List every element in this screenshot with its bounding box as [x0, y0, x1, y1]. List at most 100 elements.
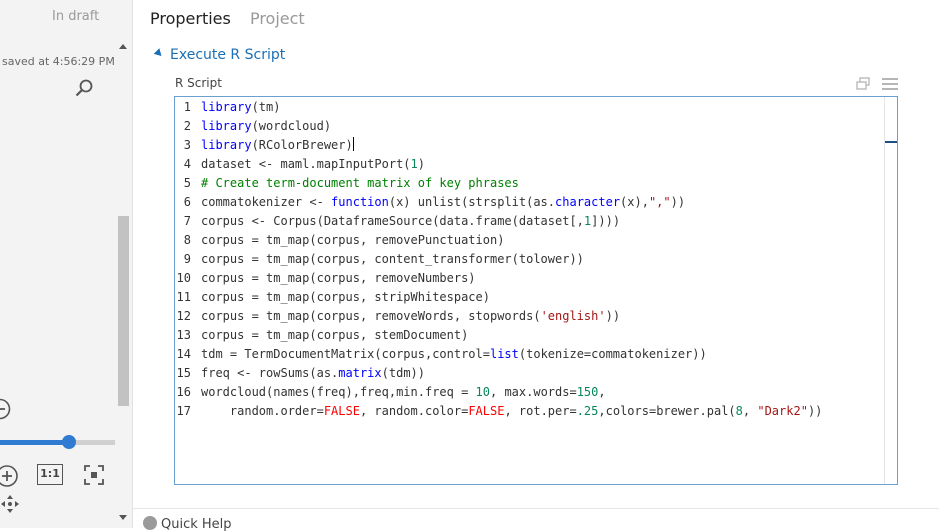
code-token: (tdm))	[381, 366, 425, 380]
code-token: , max.words=	[490, 385, 577, 399]
collapse-triangle-icon[interactable]	[153, 48, 165, 59]
code-line[interactable]: 11 corpus = tm_map(corpus, stripWhitespac…	[175, 288, 822, 307]
fit-to-screen-icon[interactable]	[82, 463, 106, 487]
code-token: .25	[576, 404, 599, 418]
code-line[interactable]: 5 # Create term-document matrix of key ph…	[175, 174, 822, 193]
line-number: 4	[183, 157, 191, 171]
code-token: , random.color=	[359, 404, 469, 418]
code-token: corpus = tm_map(corpus, content_transfor…	[201, 252, 584, 266]
code-token: list	[489, 347, 519, 361]
code-token: 10	[475, 385, 490, 399]
tab-properties[interactable]: Properties	[150, 9, 231, 28]
divider	[133, 508, 939, 509]
code-token: commatokenizer <-	[201, 195, 332, 209]
code-token: ,	[598, 385, 606, 399]
line-number: 15	[176, 366, 191, 380]
code-token: ))	[605, 309, 621, 323]
code-token: corpus = tm_map(corpus, removePunctuatio…	[201, 233, 505, 247]
code-line[interactable]: 3 library(RColorBrewer)	[175, 136, 822, 155]
code-token: corpus <- Corpus(DataframeSource(data.fr…	[201, 214, 584, 228]
code-token: 'english'	[540, 309, 606, 323]
zoom-slider-handle[interactable]	[62, 435, 76, 449]
code-line[interactable]: 1 library(tm)	[175, 98, 822, 117]
left-scrollbar[interactable]	[116, 40, 130, 528]
code-token: (tokenize=commatokenizer))	[518, 347, 707, 361]
popout-editor-icon[interactable]	[856, 77, 870, 91]
line-number: 6	[183, 195, 191, 209]
scroll-up-arrow-icon[interactable]	[119, 44, 127, 49]
saved-timestamp: saved at 4:56:29 PM	[2, 55, 115, 68]
r-script-editor[interactable]: 1 library(tm) 2 library(wordcloud) 3 library(…	[174, 96, 898, 485]
properties-tabs: Properties Project	[150, 9, 319, 28]
quick-help-label: Quick Help	[161, 517, 232, 532]
line-number: 7	[183, 214, 191, 228]
code-line[interactable]: 14 tdm = TermDocumentMatrix(corpus,contro…	[175, 345, 822, 364]
line-number: 9	[183, 252, 191, 266]
code-line[interactable]: 8 corpus = tm_map(corpus, removePunctuati…	[175, 231, 822, 250]
line-number: 10	[176, 271, 191, 285]
code-token: # Create term-document matrix of key phr…	[201, 176, 519, 190]
code-token: corpus = tm_map(corpus, removeWords, sto…	[201, 309, 541, 323]
code-token: wordcloud(names(freq),freq,min.freq =	[201, 385, 476, 399]
section-header-execute-r-script[interactable]: Execute R Script	[153, 47, 286, 63]
code-token: ))	[807, 404, 823, 418]
code-token: freq <- rowSums(as.	[201, 366, 339, 380]
zoom-in-icon[interactable]	[0, 464, 19, 488]
editor-scrollbar[interactable]	[884, 97, 897, 484]
draft-status: In draft	[52, 9, 100, 24]
line-number: 3	[183, 138, 191, 152]
code-token: (x),	[620, 195, 649, 209]
actual-size-button[interactable]: 1:1	[37, 464, 63, 485]
code-token: ,	[742, 404, 758, 418]
pan-icon[interactable]	[0, 494, 20, 514]
code-token: 8	[735, 404, 743, 418]
code-token: 1	[410, 157, 418, 171]
code-line[interactable]: 17 random.order=FALSE, random.color=FALS…	[175, 402, 823, 421]
code-token: random.order=	[201, 404, 324, 418]
code-line[interactable]: 7 corpus <- Corpus(DataframeSource(data.f…	[175, 212, 822, 231]
menu-icon[interactable]	[882, 77, 898, 91]
section-title: Execute R Script	[170, 47, 286, 63]
code-line[interactable]: 15 freq <- rowSums(as.matrix(tdm))	[175, 364, 822, 383]
code-token: FALSE	[323, 404, 360, 418]
code-token: (x) unlist(strsplit(as.	[388, 195, 556, 209]
code-token: FALSE	[468, 404, 505, 418]
code-token: (RColorBrewer)	[251, 138, 353, 152]
line-number: 11	[176, 290, 191, 304]
search-icon[interactable]	[74, 78, 94, 98]
code-line[interactable]: 4 dataset <- maml.mapInputPort(1)	[175, 155, 822, 174]
tab-project[interactable]: Project	[250, 9, 305, 28]
line-number: 8	[183, 233, 191, 247]
code-line[interactable]: 16 wordcloud(names(freq),freq,min.freq = …	[175, 383, 822, 402]
scrollbar-thumb[interactable]	[118, 216, 129, 406]
line-number: 16	[176, 385, 191, 399]
code-line[interactable]: 2 library(wordcloud)	[175, 117, 822, 136]
code-line[interactable]: 12 corpus = tm_map(corpus, removeWords, s…	[175, 307, 822, 326]
r-script-label: R Script	[175, 76, 222, 90]
code-line[interactable]: 10 corpus = tm_map(corpus, removeNumbers)	[175, 269, 822, 288]
line-number: 1	[183, 100, 191, 114]
code-token: (wordcloud)	[251, 119, 332, 133]
zoom-slider[interactable]	[0, 435, 115, 449]
code-line[interactable]: 6 commatokenizer <- function(x) unlist(st…	[175, 193, 822, 212]
line-number: 2	[183, 119, 191, 133]
line-number: 5	[183, 176, 191, 190]
code-token: , rot.per=	[504, 404, 577, 418]
line-number: 12	[176, 309, 191, 323]
code-token: corpus = tm_map(corpus, removeNumbers)	[201, 271, 476, 285]
code-token: corpus = tm_map(corpus, stripWhitespace)	[201, 290, 490, 304]
code-token: ,colors=brewer.pal(	[598, 404, 736, 418]
code-token: ])))	[591, 214, 621, 228]
zoom-out-icon[interactable]	[0, 398, 11, 420]
code-token: character	[555, 195, 621, 209]
code-line[interactable]: 13 corpus = tm_map(corpus, stemDocument)	[175, 326, 822, 345]
quick-help-section[interactable]: Quick Help	[143, 516, 232, 532]
code-token: )	[417, 157, 425, 171]
text-cursor	[352, 137, 354, 151]
scroll-down-arrow-icon[interactable]	[119, 515, 127, 520]
code-token: tdm = TermDocumentMatrix(corpus,control=	[201, 347, 490, 361]
code-token: (tm)	[251, 100, 281, 114]
code-line[interactable]: 9 corpus = tm_map(corpus, content_transfo…	[175, 250, 822, 269]
code-token: library	[201, 119, 252, 133]
code-token: "Dark2"	[757, 404, 808, 418]
